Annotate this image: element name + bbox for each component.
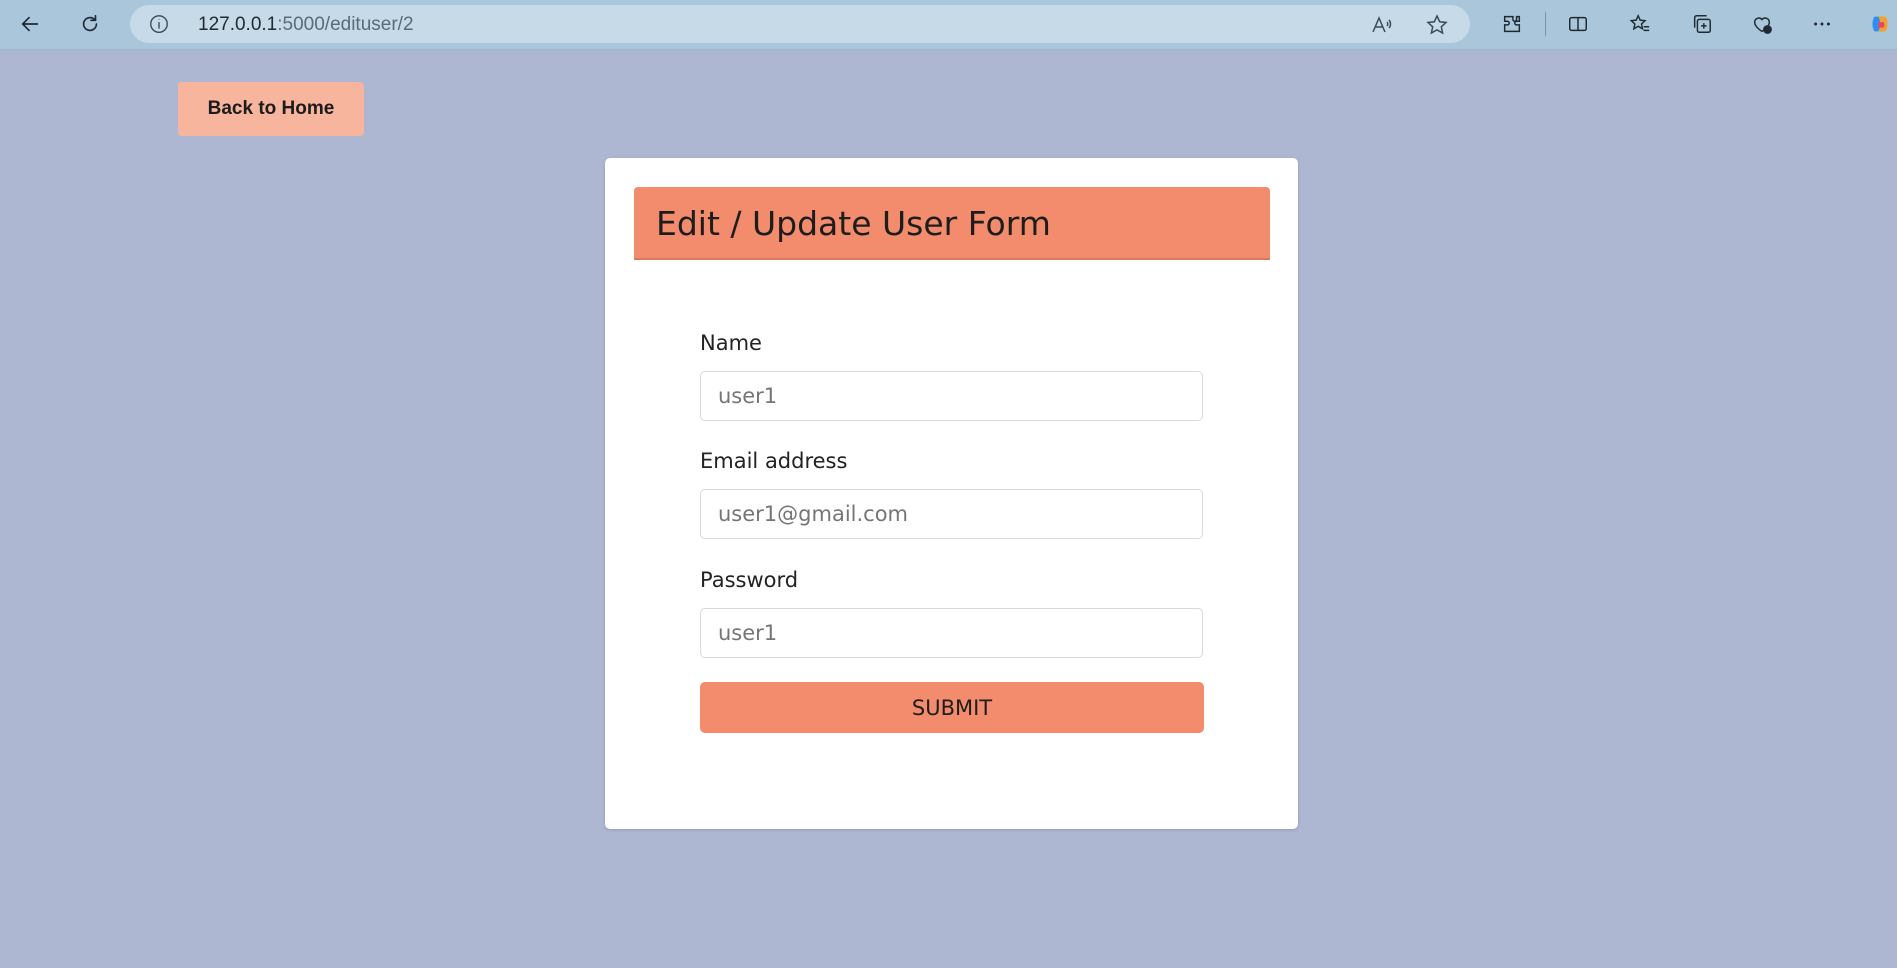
address-bar[interactable]: 127.0.0.1:5000/edituser/2 [130,5,1470,43]
url-host: 127.0.0.1 [198,14,278,35]
refresh-icon[interactable] [72,8,108,40]
back-arrow-icon[interactable] [12,8,48,40]
toolbar-divider [1545,12,1546,36]
email-input[interactable] [700,489,1203,539]
favorites-icon[interactable] [1622,8,1658,40]
read-aloud-icon[interactable] [1370,13,1394,37]
more-icon[interactable] [1804,8,1840,40]
split-screen-icon[interactable] [1560,8,1596,40]
browser-essentials-icon[interactable] [1744,8,1780,40]
form-title: Edit / Update User Form [656,204,1051,243]
name-input[interactable] [700,371,1203,421]
email-label: Email address [700,449,848,473]
back-to-home-button[interactable]: Back to Home [178,82,364,136]
password-label: Password [700,568,799,592]
url-text[interactable]: 127.0.0.1:5000/edituser/2 [198,14,414,36]
browser-toolbar: 127.0.0.1:5000/edituser/2 [0,0,1897,50]
copilot-icon[interactable] [1862,8,1897,40]
info-icon[interactable] [148,13,170,35]
name-label: Name [700,331,762,355]
extensions-icon[interactable] [1494,8,1530,40]
url-path: :5000/edituser/2 [277,14,414,35]
edit-user-card: Edit / Update User Form Name Email addre… [605,158,1298,829]
password-input[interactable] [700,608,1203,658]
card-header: Edit / Update User Form [634,187,1270,260]
collections-icon[interactable] [1684,8,1720,40]
submit-button[interactable]: SUBMIT [700,682,1204,733]
favorite-star-icon[interactable] [1425,13,1449,37]
